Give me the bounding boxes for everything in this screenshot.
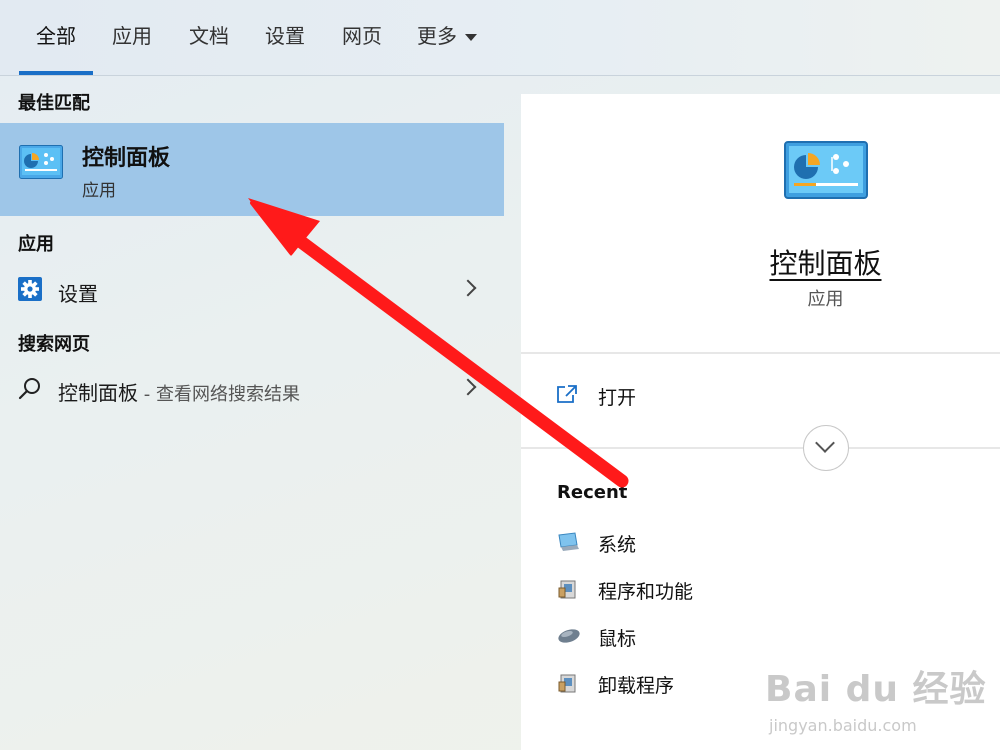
result-settings-label: 设置 <box>58 282 98 306</box>
control-panel-icon <box>19 145 63 183</box>
tab-more[interactable]: 更多 <box>404 0 490 75</box>
best-match-title: 控制面板 <box>82 146 171 171</box>
expand-button[interactable] <box>803 425 849 471</box>
watermark-url: jingyan.baidu.com <box>769 716 917 735</box>
result-web-search[interactable]: 控制面板 - 查看网络搜索结果 <box>0 367 504 413</box>
control-panel-icon <box>784 141 868 203</box>
watermark-brand: Bai du 经验 <box>765 669 987 710</box>
tab-all[interactable]: 全部 <box>19 0 93 75</box>
detail-pane: 控制面板 应用 打开 Recent 系统 程序和功能 鼠标 卸载程序 <box>521 94 1000 750</box>
chevron-down-icon <box>465 34 477 41</box>
tab-settings[interactable]: 设置 <box>250 0 320 75</box>
chevron-down-icon <box>815 433 835 453</box>
web-search-heading: 搜索网页 <box>18 334 90 355</box>
programs-icon <box>557 672 579 698</box>
best-match-heading: 最佳匹配 <box>18 93 90 114</box>
chevron-right-icon[interactable] <box>459 279 477 297</box>
web-search-hint: - 查看网络搜索结果 <box>138 384 300 405</box>
programs-icon <box>557 578 579 604</box>
search-icon <box>18 376 42 404</box>
divider <box>521 447 1000 449</box>
mouse-icon <box>557 625 581 649</box>
detail-subtitle: 应用 <box>807 289 844 310</box>
web-search-label: 控制面板 - 查看网络搜索结果 <box>58 377 300 406</box>
best-match-result[interactable]: 控制面板 应用 <box>0 123 504 216</box>
divider <box>521 352 1000 354</box>
tab-documents[interactable]: 文档 <box>174 0 244 75</box>
best-match-subtitle: 应用 <box>82 181 116 201</box>
apps-heading: 应用 <box>18 234 54 255</box>
chevron-right-icon[interactable] <box>459 378 477 396</box>
detail-title[interactable]: 控制面板 <box>521 242 1000 282</box>
search-results-list: 最佳匹配 控制面板 应用 应用 设置 搜索网页 控制面板 - 查看网络搜索结果 <box>0 76 504 750</box>
gear-icon <box>18 277 42 301</box>
recent-item-label: 系统 <box>598 534 637 556</box>
open-label: 打开 <box>598 387 637 409</box>
open-external-icon <box>556 384 578 408</box>
system-icon <box>557 531 581 557</box>
tab-web[interactable]: 网页 <box>327 0 397 75</box>
web-search-query: 控制面板 <box>58 381 138 405</box>
recent-heading: Recent <box>557 482 628 503</box>
recent-item-label: 鼠标 <box>598 628 637 650</box>
result-settings[interactable]: 设置 <box>0 268 504 314</box>
search-filter-tabs: 全部 应用 文档 设置 网页 更多 <box>0 0 1000 76</box>
recent-item-label: 程序和功能 <box>598 581 694 603</box>
watermark: Bai du 经验 jingyan.baidu.com <box>765 660 987 735</box>
recent-item-label: 卸载程序 <box>598 675 675 697</box>
tab-apps[interactable]: 应用 <box>97 0 167 75</box>
